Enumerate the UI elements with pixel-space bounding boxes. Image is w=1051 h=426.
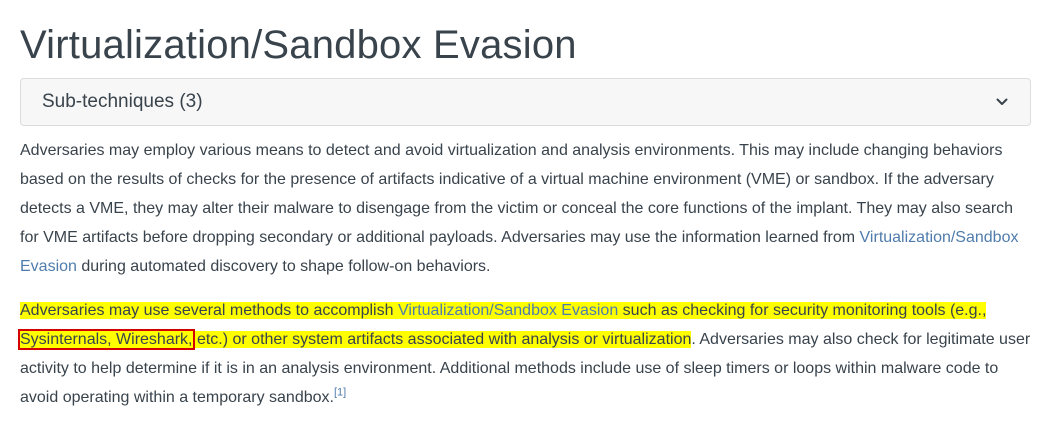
- boxed-tool-names: Sysinternals, Wireshark,: [18, 329, 195, 350]
- highlighted-text-cont: such as checking for security monitoring…: [618, 302, 987, 319]
- subtechniques-toggle[interactable]: Sub-techniques (3): [20, 78, 1031, 126]
- technique-page: Virtualization/Sandbox Evasion Sub-techn…: [18, 20, 1031, 412]
- highlighted-text-end: etc.) or other system artifacts associat…: [192, 331, 692, 348]
- highlighted-text: Adversaries may use several methods to a…: [20, 302, 398, 319]
- description-paragraph-1: Adversaries may employ various means to …: [20, 136, 1031, 281]
- subtechniques-label: Sub-techniques (3): [42, 91, 203, 112]
- citation-sup: [1]: [334, 387, 346, 399]
- paragraph-1-text-end: during automated discovery to shape foll…: [76, 258, 491, 275]
- citation-link[interactable]: [1]: [334, 387, 346, 399]
- description-paragraph-2: Adversaries may use several methods to a…: [18, 296, 1031, 412]
- page-title: Virtualization/Sandbox Evasion: [20, 23, 577, 67]
- technique-link-highlighted[interactable]: Virtualization/Sandbox Evasion: [397, 302, 619, 319]
- chevron-down-icon[interactable]: [994, 94, 1010, 110]
